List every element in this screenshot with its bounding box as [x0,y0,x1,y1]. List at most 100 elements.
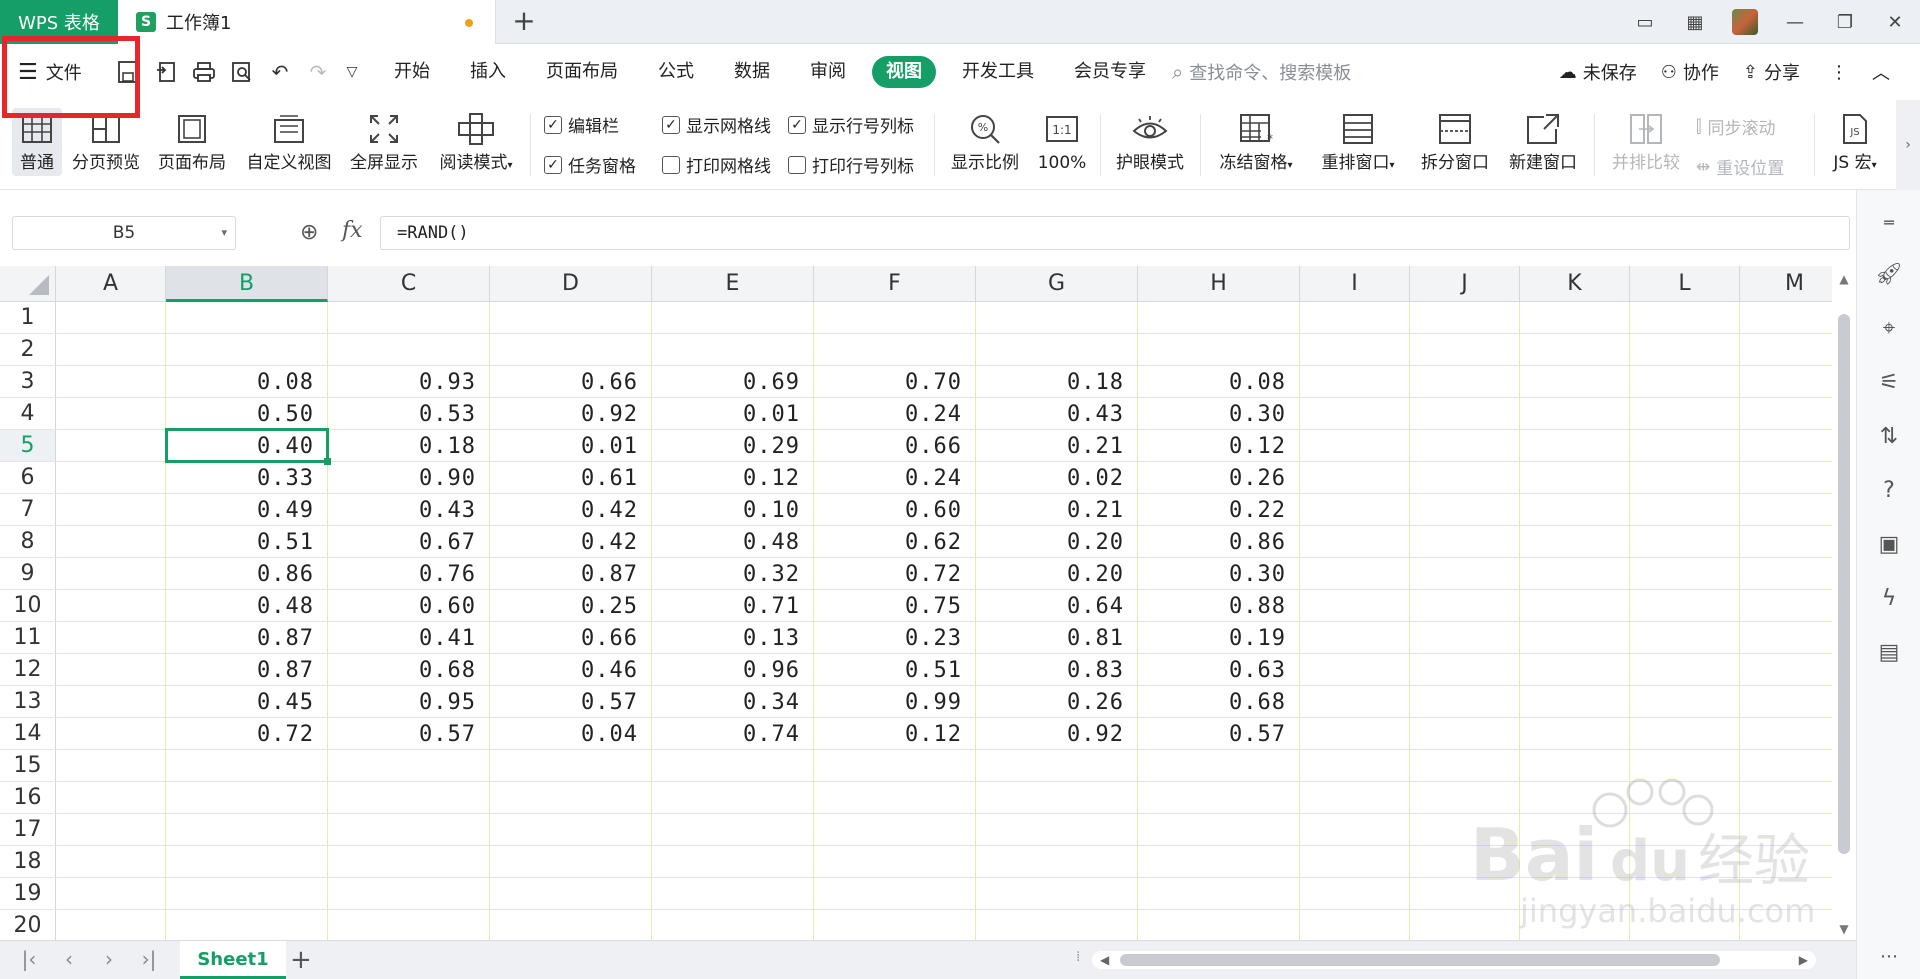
cell-b4[interactable]: 0.50 [166,398,328,430]
column-header-i[interactable]: I [1300,266,1410,302]
row-header-7[interactable]: 7 [0,494,56,526]
cell-f9[interactable]: 0.72 [814,558,976,590]
share-button[interactable]: ⇪ 分享 [1743,59,1800,85]
prev-sheet-icon[interactable]: ‹ [54,947,84,971]
fx-icon[interactable]: fx [342,218,363,243]
spreadsheet-grid[interactable]: A B C D E F G H I J K L M 1 2 3 4 5 6 7 8 9 10 11 12 13 14 15 16 17 18… [0,266,1832,940]
column-header-g[interactable]: G [976,266,1138,302]
sync-scroll-button[interactable]: ⫿ 同步滚动 [1696,114,1775,140]
close-button[interactable]: ✕ [1870,12,1920,33]
cell-c5[interactable]: 0.18 [328,430,490,462]
page-layout-button[interactable]: 页面布局 [154,108,230,176]
normal-view-button[interactable]: 普通 [12,108,62,176]
row-header-18[interactable]: 18 [0,846,56,878]
cell-e13[interactable]: 0.34 [652,686,814,718]
cell-h8[interactable]: 0.86 [1138,526,1300,558]
sheet-tab-sheet1[interactable]: Sheet1 [180,941,286,979]
reading-mode-button[interactable]: 阅读模式▾ [432,108,520,176]
cell-d13[interactable]: 0.57 [490,686,652,718]
tab-home[interactable]: 开始 [380,56,444,88]
zoom-button[interactable]: % 显示比例 [944,108,1026,176]
cell-c8[interactable]: 0.67 [328,526,490,558]
column-header-j[interactable]: J [1410,266,1520,302]
row-header-2[interactable]: 2 [0,334,56,366]
js-macro-button[interactable]: JS JS 宏▾ [1822,108,1888,176]
cell-e3[interactable]: 0.69 [652,366,814,398]
print-gridlines-checkbox[interactable]: 打印网格线 [662,152,771,177]
reset-position-button[interactable]: ⇹ 重设位置 [1696,154,1784,180]
cell-f3[interactable]: 0.70 [814,366,976,398]
formula-input[interactable]: =RAND() [380,216,1850,250]
tab-formulas[interactable]: 公式 [644,56,708,88]
redo-icon[interactable]: ↷ [302,56,334,88]
cell-e6[interactable]: 0.12 [652,462,814,494]
more-icon[interactable]: ⋮ [1830,62,1848,83]
custom-view-button[interactable]: 自定义视图 [242,108,336,176]
lightning-icon[interactable]: ϟ [1873,582,1905,614]
fullscreen-button[interactable]: 全屏显示 [346,108,422,176]
column-header-f[interactable]: F [814,266,976,302]
command-search[interactable]: ⌕ 查找命令、搜索模板 [1172,56,1351,88]
scroll-down-icon[interactable]: ▼ [1836,922,1852,936]
row-header-14[interactable]: 14 [0,718,56,750]
fill-handle[interactable] [324,458,331,465]
row-header-12[interactable]: 12 [0,654,56,686]
tab-page-layout[interactable]: 页面布局 [532,56,632,88]
cell-g14[interactable]: 0.92 [976,718,1138,750]
cell-b13[interactable]: 0.45 [166,686,328,718]
cell-c6[interactable]: 0.90 [328,462,490,494]
book-icon[interactable]: ▤ [1873,636,1905,668]
wps-app-tab[interactable]: WPS 表格 [0,0,118,44]
cell-e14[interactable]: 0.74 [652,718,814,750]
cell-d7[interactable]: 0.42 [490,494,652,526]
cell-d14[interactable]: 0.04 [490,718,652,750]
row-header-17[interactable]: 17 [0,814,56,846]
column-header-e[interactable]: E [652,266,814,302]
side-by-side-button[interactable]: 并排比较 [1606,108,1686,176]
cell-d11[interactable]: 0.66 [490,622,652,654]
avatar[interactable] [1732,9,1758,35]
cell-g13[interactable]: 0.26 [976,686,1138,718]
column-header-l[interactable]: L [1630,266,1740,302]
cell-g10[interactable]: 0.64 [976,590,1138,622]
single-window-icon[interactable]: ▭ [1620,12,1670,33]
cell-c13[interactable]: 0.95 [328,686,490,718]
cell-c7[interactable]: 0.43 [328,494,490,526]
cell-g5[interactable]: 0.21 [976,430,1138,462]
row-header-1[interactable]: 1 [0,302,56,334]
cell-c4[interactable]: 0.53 [328,398,490,430]
column-header-b[interactable]: B [166,266,328,302]
cell-c3[interactable]: 0.93 [328,366,490,398]
horizontal-scroll-thumb[interactable] [1120,954,1720,966]
tab-insert[interactable]: 插入 [456,56,520,88]
cell-c11[interactable]: 0.41 [328,622,490,654]
minimize-button[interactable]: — [1770,12,1820,33]
transfer-icon[interactable]: ⇅ [1873,420,1905,452]
cell-d3[interactable]: 0.66 [490,366,652,398]
collab-button[interactable]: ⚇ 协作 [1661,59,1719,85]
name-box[interactable]: B5 ▾ [12,216,236,250]
select-all-corner[interactable] [0,266,56,302]
task-pane-checkbox[interactable]: ✓ 任务窗格 [544,152,636,177]
cell-d4[interactable]: 0.92 [490,398,652,430]
column-header-c[interactable]: C [328,266,490,302]
row-header-4[interactable]: 4 [0,398,56,430]
column-header-h[interactable]: H [1138,266,1300,302]
row-header-15[interactable]: 15 [0,750,56,782]
horizontal-scrollbar[interactable]: ◀ ▶ [1092,951,1816,969]
cell-b11[interactable]: 0.87 [166,622,328,654]
print-headers-checkbox[interactable]: 打印行号列标 [788,152,914,177]
vertical-scroll-thumb[interactable] [1838,314,1850,854]
cell-g11[interactable]: 0.81 [976,622,1138,654]
print-icon[interactable] [188,56,220,88]
cell-h14[interactable]: 0.57 [1138,718,1300,750]
cell-f4[interactable]: 0.24 [814,398,976,430]
cell-b10[interactable]: 0.48 [166,590,328,622]
row-header-19[interactable]: 19 [0,878,56,910]
cell-f8[interactable]: 0.62 [814,526,976,558]
cell-e11[interactable]: 0.13 [652,622,814,654]
column-header-k[interactable]: K [1520,266,1630,302]
cell-h12[interactable]: 0.63 [1138,654,1300,686]
cell-e7[interactable]: 0.10 [652,494,814,526]
file-menu-button[interactable]: ☰ 文件 [18,56,82,88]
